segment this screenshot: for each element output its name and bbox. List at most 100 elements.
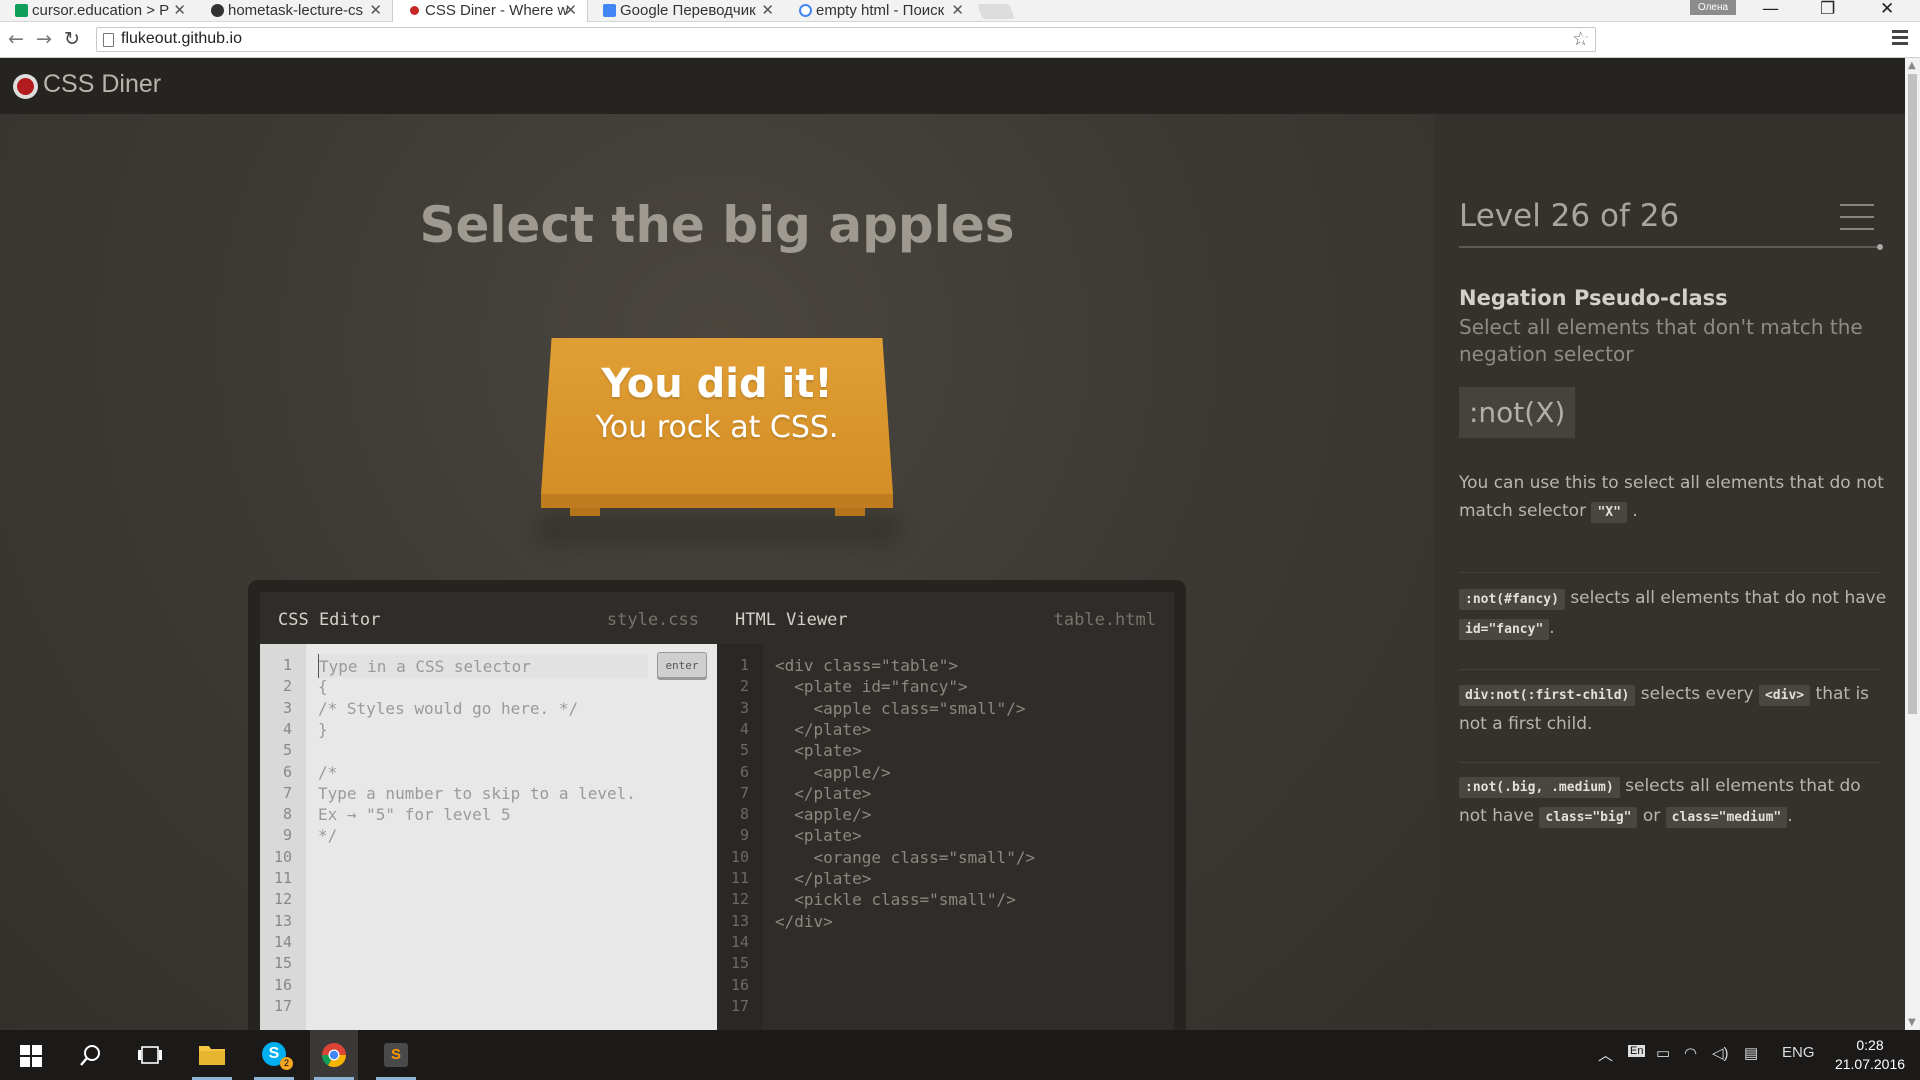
adblock-extension-icon[interactable]: ABP bbox=[1834, 30, 1854, 50]
scroll-down-icon[interactable]: ▼ bbox=[1908, 1017, 1916, 1028]
css-code-line: Ex → "5" for level 5 bbox=[318, 805, 511, 825]
restore-icon[interactable]: ❐ bbox=[1820, 0, 1835, 19]
html-code-line[interactable]: <plate id="fancy"> bbox=[775, 677, 967, 696]
divider bbox=[1459, 669, 1881, 670]
example-text: selects all elements that do not have bbox=[1564, 588, 1887, 608]
table-leg bbox=[835, 508, 865, 516]
forward-icon[interactable]: → bbox=[36, 28, 52, 50]
opera-extension-icon[interactable]: O bbox=[1738, 30, 1758, 50]
back-icon[interactable]: ← bbox=[8, 28, 24, 50]
profile-badge[interactable]: Олена bbox=[1690, 0, 1736, 15]
volume-icon[interactable]: ◁) bbox=[1712, 1044, 1729, 1062]
flickr-extension-icon[interactable]: •• bbox=[1639, 30, 1659, 50]
tab-close-icon[interactable]: ✕ bbox=[173, 1, 186, 19]
notifications-icon[interactable]: ▤ bbox=[1744, 1044, 1758, 1062]
html-code-line[interactable]: <orange class="small"/> bbox=[775, 848, 1036, 867]
start-button[interactable] bbox=[6, 1030, 54, 1080]
star-extension-icon[interactable]: ☆ bbox=[1672, 30, 1692, 50]
example-code: :not(.big, .medium) bbox=[1459, 777, 1620, 798]
html-code-line[interactable]: </plate> bbox=[775, 869, 871, 888]
chrome-taskbar-item[interactable] bbox=[310, 1030, 358, 1080]
battery-icon[interactable]: ▭ bbox=[1656, 1044, 1670, 1062]
scrollbar-thumb[interactable] bbox=[1908, 74, 1917, 714]
chrome-icon bbox=[322, 1043, 346, 1068]
ext-label: IO bbox=[1775, 34, 1787, 46]
address-bar[interactable]: flukeout.github.io ☆ bbox=[96, 27, 1596, 52]
system-clock[interactable]: 0:28 21.07.2016 bbox=[1830, 1036, 1910, 1074]
new-tab-button[interactable] bbox=[977, 4, 1015, 19]
css-code-line: */ bbox=[318, 826, 338, 846]
browser-tab-css-diner[interactable]: CSS Diner - Where w ✕ bbox=[392, 0, 588, 22]
progress-marker bbox=[1877, 244, 1883, 250]
close-window-icon[interactable]: ✕ bbox=[1880, 0, 1894, 19]
wifi-icon[interactable]: ◠ bbox=[1684, 1044, 1697, 1062]
html-code-line[interactable]: <plate> bbox=[775, 826, 861, 845]
html-code-line[interactable]: </div> bbox=[775, 912, 833, 931]
doc-extension-icon[interactable]: ▤ bbox=[1804, 30, 1824, 50]
page-scrollbar[interactable]: ▲ ▼ bbox=[1905, 58, 1920, 1030]
line-number: 16 bbox=[730, 975, 749, 994]
skype-taskbar-item[interactable]: S 2 bbox=[250, 1030, 298, 1080]
line-number: 14 bbox=[730, 932, 749, 951]
win-subtitle: You rock at CSS. bbox=[595, 410, 839, 445]
browser-tab-google-translate[interactable]: Google Переводчик ✕ bbox=[588, 0, 784, 22]
url-text[interactable]: flukeout.github.io bbox=[121, 30, 242, 48]
hint-end: . bbox=[1632, 501, 1638, 521]
css-editor-header: CSS Editor style.css bbox=[260, 592, 717, 644]
search-button[interactable] bbox=[66, 1030, 114, 1080]
tab-close-icon[interactable]: ✕ bbox=[761, 1, 774, 19]
line-number: 17 bbox=[730, 996, 749, 1015]
sheets-favicon-icon bbox=[15, 4, 28, 17]
tray-overflow-icon[interactable]: ︿ bbox=[1598, 1044, 1613, 1065]
minimize-icon[interactable]: — bbox=[1762, 0, 1779, 19]
line-number: 3 bbox=[739, 698, 749, 717]
tab-label: empty html - Поиск bbox=[816, 2, 945, 19]
html-code-line[interactable]: <div class="table"> bbox=[775, 656, 958, 675]
html-code-line[interactable]: </plate> bbox=[775, 720, 871, 739]
enter-button[interactable]: enter bbox=[657, 652, 707, 678]
html-code-line[interactable]: <pickle class="small"/> bbox=[775, 890, 1016, 909]
bw-extension-icon[interactable]: bw bbox=[1606, 30, 1626, 50]
line-number: 7 bbox=[282, 783, 292, 802]
tab-close-icon[interactable]: ✕ bbox=[951, 1, 964, 19]
css-selector-input[interactable] bbox=[318, 654, 648, 678]
table-shadow bbox=[538, 514, 898, 544]
line-number: 2 bbox=[282, 677, 292, 696]
html-code-line[interactable]: <apple class="small"/> bbox=[775, 699, 1026, 718]
html-code-line[interactable]: <apple/> bbox=[775, 763, 891, 782]
ext-label: U bbox=[1711, 34, 1719, 46]
s-extension-icon[interactable]: S bbox=[1864, 30, 1884, 50]
folder-icon bbox=[199, 1046, 225, 1065]
pinterest-extension-icon[interactable]: P bbox=[1573, 30, 1593, 50]
html-code-line[interactable]: <apple/> bbox=[775, 805, 871, 824]
css-code-line: /* bbox=[318, 762, 338, 782]
io-extension-icon[interactable]: IO bbox=[1771, 30, 1791, 50]
selector-hint: You can use this to select all elements … bbox=[1459, 469, 1889, 527]
site-title[interactable]: CSS Diner bbox=[43, 70, 161, 99]
skype-notification-badge: 2 bbox=[280, 1057, 293, 1070]
css-code-line: Type a number to skip to a level. bbox=[318, 783, 636, 803]
browser-menu-icon[interactable] bbox=[1892, 30, 1908, 48]
scroll-up-icon[interactable]: ▲ bbox=[1908, 60, 1916, 71]
sublime-taskbar-item[interactable]: S bbox=[372, 1030, 420, 1080]
reload-icon[interactable]: ↻ bbox=[64, 28, 80, 50]
html-code-line[interactable]: </plate> bbox=[775, 784, 871, 803]
example-code: :not(#fancy) bbox=[1459, 589, 1565, 610]
input-lang-badge[interactable]: En bbox=[1628, 1045, 1646, 1057]
browser-tab-hometask[interactable]: hometask-lecture-cs ✕ bbox=[196, 0, 392, 22]
tab-close-icon[interactable]: ✕ bbox=[564, 1, 577, 19]
level-menu-icon[interactable] bbox=[1840, 204, 1874, 240]
html-file-name: table.html bbox=[1053, 610, 1156, 630]
html-code-line[interactable]: <plate> bbox=[775, 741, 861, 760]
file-explorer-taskbar-item[interactable] bbox=[188, 1030, 236, 1080]
browser-tab-google-search[interactable]: empty html - Поиск ✕ bbox=[784, 0, 974, 22]
line-number: 7 bbox=[739, 783, 749, 802]
language-indicator[interactable]: ENG bbox=[1782, 1044, 1815, 1061]
hint-text: You can use this to select all elements … bbox=[1459, 473, 1884, 521]
ublock-extension-icon[interactable]: U bbox=[1705, 30, 1725, 50]
tab-close-icon[interactable]: ✕ bbox=[369, 1, 382, 19]
browser-tab-cursor-education[interactable]: cursor.education > P ✕ bbox=[0, 0, 196, 22]
site-header: CSS Diner bbox=[0, 58, 1905, 114]
line-number: 14 bbox=[273, 932, 292, 951]
task-view-button[interactable] bbox=[126, 1030, 174, 1080]
